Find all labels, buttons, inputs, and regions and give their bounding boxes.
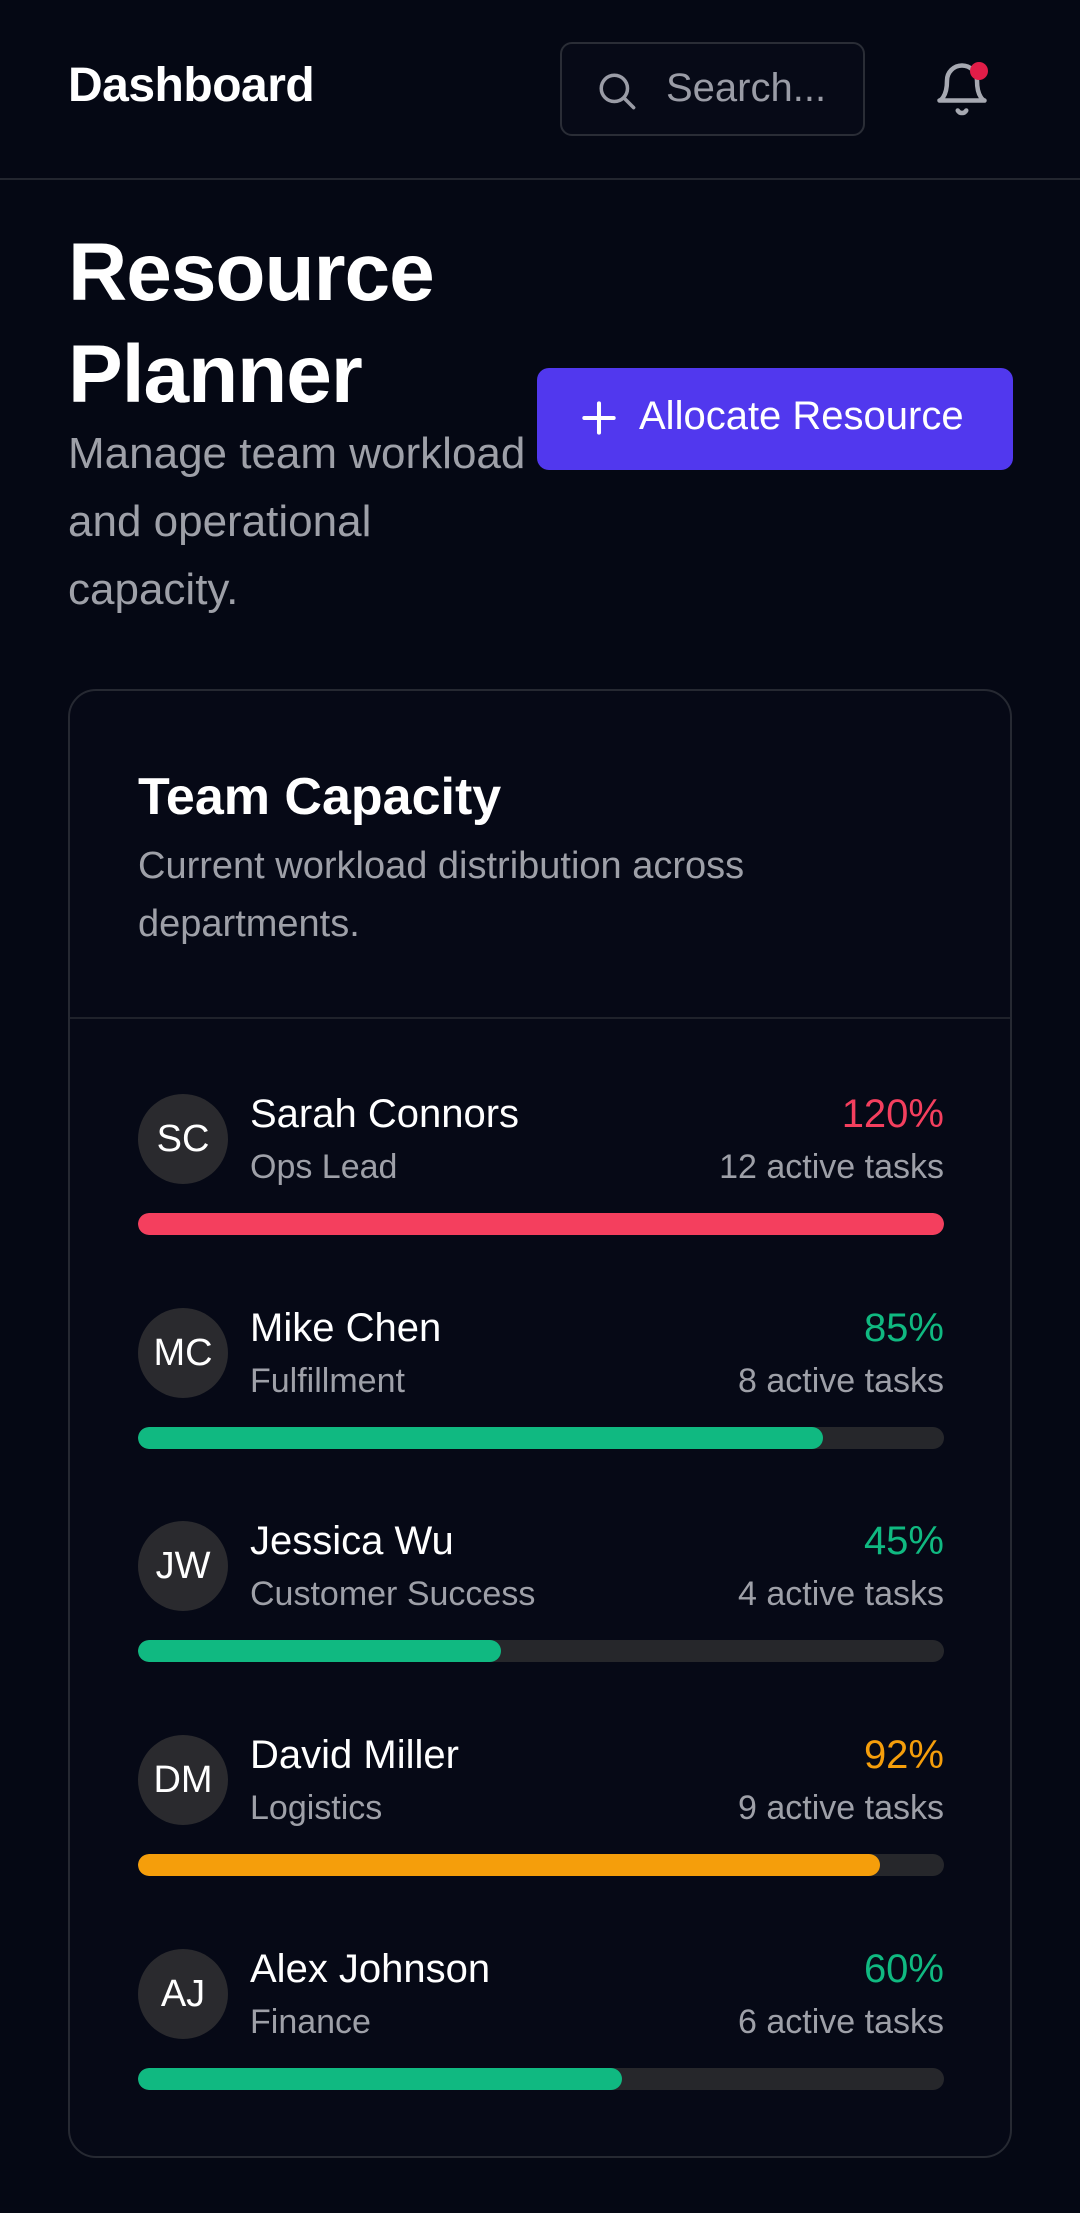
capacity-bar <box>138 1640 944 1662</box>
member-task-count: 4 active tasks <box>738 1575 944 1613</box>
capacity-bar-fill <box>138 2068 622 2090</box>
member-role: Customer Success <box>250 1575 536 1613</box>
avatar: JW <box>138 1521 228 1611</box>
member-name: David Miller <box>250 1733 459 1777</box>
page-subtitle: Manage team workload and operational cap… <box>68 429 526 614</box>
avatar: DM <box>138 1735 228 1825</box>
member-role: Ops Lead <box>250 1148 398 1186</box>
page-title: Resource Planner <box>68 227 435 420</box>
member-name: Jessica Wu <box>250 1519 454 1563</box>
card-subtitle: Current workload distribution across dep… <box>138 845 745 945</box>
member-row-alex-johnson[interactable]: AJ Alex Johnson Finance 60% 6 active tas… <box>138 1947 944 2109</box>
avatar: AJ <box>138 1949 228 2039</box>
member-role: Fulfillment <box>250 1362 405 1400</box>
member-row-david-miller[interactable]: DM David Miller Logistics 92% 9 active t… <box>138 1733 944 1895</box>
member-name: Alex Johnson <box>250 1947 491 1991</box>
capacity-bar-fill <box>138 1427 824 1449</box>
capacity-bar <box>138 1427 944 1449</box>
member-task-count: 8 active tasks <box>738 1362 944 1400</box>
allocate-resource-button[interactable]: Allocate Resource <box>537 368 1013 470</box>
card-title: Team Capacity <box>138 768 502 826</box>
member-utilization: 45% <box>863 1519 944 1563</box>
member-name: Mike Chen <box>250 1306 442 1350</box>
member-task-count: 9 active tasks <box>738 1789 944 1827</box>
member-name: Sarah Connors <box>250 1092 520 1136</box>
card-header: Team Capacity Current workload distribut… <box>70 691 1010 1019</box>
plus-icon <box>582 401 616 435</box>
avatar: SC <box>138 1094 228 1184</box>
capacity-bar <box>138 1213 944 1235</box>
member-utilization: 85% <box>863 1306 944 1350</box>
member-task-count: 6 active tasks <box>738 2003 944 2041</box>
capacity-bar <box>138 1854 944 1876</box>
member-task-count: 12 active tasks <box>719 1148 944 1186</box>
search-icon <box>599 73 636 110</box>
capacity-bar-fill <box>138 1213 944 1235</box>
capacity-bar-fill <box>138 1640 501 1662</box>
member-utilization: 92% <box>863 1733 944 1777</box>
top-bar: Dashboard Search... <box>0 0 1080 180</box>
member-row-mike-chen[interactable]: MC Mike Chen Fulfillment 85% 8 active ta… <box>138 1306 944 1468</box>
member-utilization: 120% <box>841 1092 944 1136</box>
search-placeholder: Search... <box>666 66 827 110</box>
team-capacity-card: Team Capacity Current workload distribut… <box>68 689 1012 2158</box>
avatar: MC <box>138 1308 228 1398</box>
member-row-jessica-wu[interactable]: JW Jessica Wu Customer Success 45% 4 act… <box>138 1519 944 1681</box>
member-role: Finance <box>250 2003 371 2041</box>
member-row-sarah-connors[interactable]: SC Sarah Connors Ops Lead 120% 12 active… <box>138 1092 944 1254</box>
capacity-bar-fill <box>138 1854 880 1876</box>
allocate-resource-label: Allocate Resource <box>639 394 964 438</box>
member-utilization: 60% <box>863 1947 944 1991</box>
member-role: Logistics <box>250 1789 383 1827</box>
capacity-bar <box>138 2068 944 2090</box>
notification-dot <box>970 62 988 80</box>
search-input[interactable]: Search... <box>560 42 865 136</box>
app-title: Dashboard <box>68 59 315 112</box>
